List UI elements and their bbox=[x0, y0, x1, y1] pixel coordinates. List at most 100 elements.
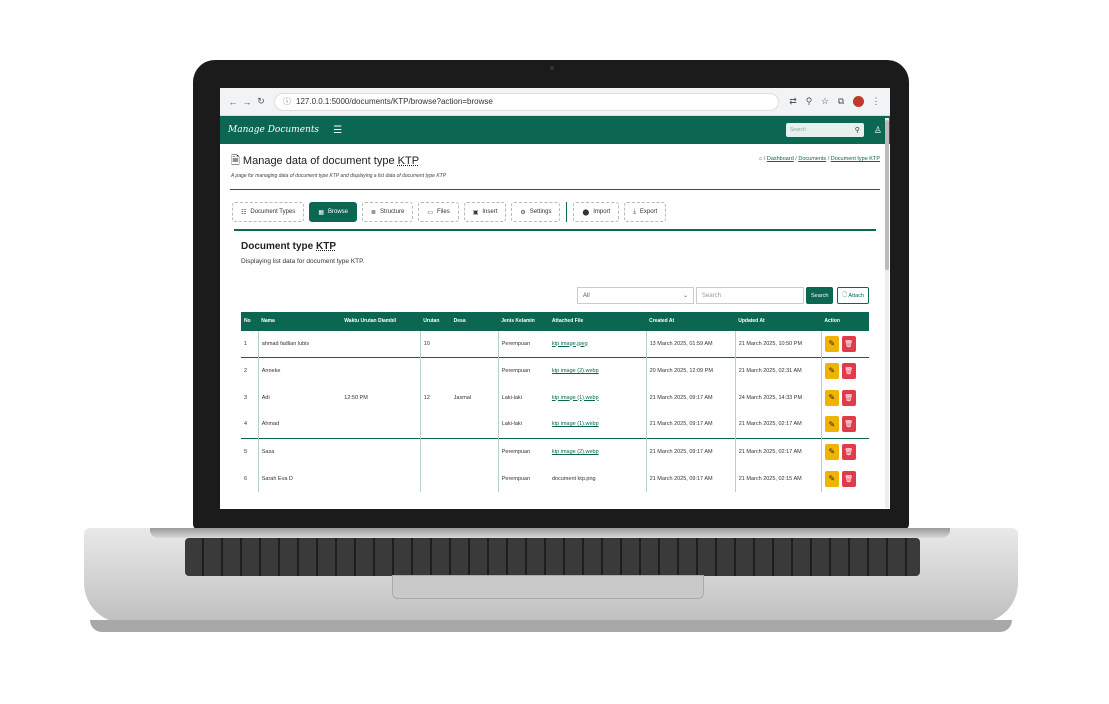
import-icon: ⬤ bbox=[582, 209, 590, 216]
cell-file[interactable]: document ktp.png bbox=[549, 465, 646, 492]
cell-jenis-kelamin: Laki-laki bbox=[497, 384, 549, 411]
file-link[interactable]: ktp image (1).webp bbox=[552, 421, 599, 427]
insert-icon: ▣ bbox=[472, 209, 479, 216]
cell-waktu bbox=[341, 465, 420, 492]
col-waktu[interactable]: Waktu Urutan Diambil bbox=[341, 312, 421, 330]
database-icon: ≣ bbox=[371, 209, 377, 216]
table-row: 5 Sasa Perempuan ktp image (2).webp 21 M… bbox=[241, 437, 869, 465]
card-subtitle: Displaying list data for document type K… bbox=[241, 258, 365, 265]
cell-no: 6 bbox=[244, 475, 248, 482]
home-icon[interactable]: ⌂ bbox=[759, 156, 762, 162]
delete-button[interactable]: 🗑 bbox=[841, 335, 856, 352]
table-row: 1 ahmad fadlian lubis 10 Perempuan ktp i… bbox=[241, 329, 869, 357]
arrow-left-icon[interactable]: ← bbox=[226, 97, 240, 107]
zoom-icon[interactable]: ⚲ bbox=[801, 96, 817, 107]
col-desa[interactable]: Desa bbox=[450, 312, 499, 330]
cell-action: ✎ 🗑 bbox=[820, 329, 869, 357]
translate-icon[interactable]: ⇄ bbox=[785, 96, 801, 107]
delete-button[interactable]: 🗑 bbox=[841, 416, 856, 433]
cell-action: ✎ 🗑 bbox=[820, 465, 869, 492]
cell-nama: Anneke bbox=[257, 356, 342, 384]
table-row: 2 Anneke Perempuan ktp image (2).webp 20… bbox=[241, 356, 869, 384]
brand-logo[interactable]: Manage Documents bbox=[228, 125, 319, 135]
table-search-input[interactable]: Search bbox=[696, 287, 804, 304]
cell-nama: Sarah Eva D bbox=[257, 465, 342, 492]
breadcrumb-dashboard[interactable]: Dashboard bbox=[767, 156, 794, 162]
delete-button[interactable]: 🗑 bbox=[841, 470, 856, 487]
browse-button[interactable]: ▦ Browse bbox=[309, 202, 357, 222]
edit-button[interactable]: ✎ bbox=[824, 416, 839, 433]
breadcrumb-current[interactable]: Document type KTP bbox=[831, 156, 880, 162]
cell-created: 21 March 2025, 09:17 AM bbox=[645, 437, 736, 465]
data-card: Document type KTP Displaying list data f… bbox=[234, 229, 876, 492]
cell-created: 21 March 2025, 09:17 AM bbox=[645, 384, 736, 411]
col-urutan[interactable]: Urutan bbox=[420, 312, 451, 330]
structure-button[interactable]: ≣ Structure bbox=[362, 202, 414, 222]
col-action: Action bbox=[821, 312, 869, 330]
cell-desa bbox=[451, 465, 499, 492]
col-created-at[interactable]: Created At bbox=[646, 312, 736, 330]
scrollbar-thumb[interactable] bbox=[885, 120, 889, 270]
cell-waktu: 12:50 PM bbox=[344, 394, 368, 401]
col-no[interactable]: No bbox=[241, 312, 259, 330]
star-icon[interactable]: ☆ bbox=[817, 96, 833, 107]
search-button[interactable]: Search bbox=[806, 287, 834, 304]
edit-button[interactable]: ✎ bbox=[824, 335, 839, 352]
edit-button[interactable]: ✎ bbox=[824, 389, 839, 406]
table-row: 4 Ahmad Laki-laki ktp image (1).webp 21 … bbox=[241, 411, 869, 438]
laptop-keyboard bbox=[185, 538, 920, 576]
col-updated-at[interactable]: Updated At bbox=[735, 312, 822, 330]
cell-jenis-kelamin: Perempuan bbox=[497, 356, 549, 384]
header-search-input[interactable]: Search bbox=[790, 127, 806, 133]
import-button[interactable]: ⬤ Import bbox=[573, 202, 620, 222]
edit-button[interactable]: ✎ bbox=[824, 362, 839, 379]
extensions-icon[interactable]: ⧉ bbox=[833, 96, 849, 107]
attach-button[interactable]: 🗋 Attach bbox=[837, 287, 869, 304]
reload-icon[interactable]: ↻ bbox=[254, 96, 268, 107]
header-search[interactable]: Search ⚲ bbox=[785, 123, 864, 137]
cell-action: ✎ 🗑 bbox=[820, 411, 869, 438]
export-button[interactable]: ⤓ Export bbox=[624, 202, 667, 222]
hamburger-icon[interactable]: ☰ bbox=[333, 125, 342, 136]
cell-action: ✎ 🗑 bbox=[820, 356, 869, 384]
cell-no: 4 bbox=[244, 421, 248, 428]
webcam bbox=[550, 66, 554, 70]
profile-avatar[interactable] bbox=[853, 96, 864, 107]
file-link[interactable]: ktp image (1).webp bbox=[552, 395, 599, 401]
cell-file: ktp image (1).webp bbox=[549, 384, 646, 411]
delete-button[interactable]: 🗑 bbox=[841, 389, 856, 406]
col-attached-file[interactable]: Attached File bbox=[548, 312, 647, 330]
info-icon[interactable]: ⓘ bbox=[283, 96, 291, 107]
insert-button[interactable]: ▣ Insert bbox=[463, 202, 507, 222]
cell-created: 21 March 2025, 09:17 AM bbox=[645, 465, 736, 492]
files-button[interactable]: ▭ Files bbox=[418, 202, 459, 222]
arrow-right-icon[interactable]: → bbox=[240, 97, 254, 107]
laptop-trackpad bbox=[392, 575, 704, 599]
file-link[interactable]: ktp image.jpeg bbox=[552, 341, 588, 347]
laptop-hinge bbox=[150, 528, 950, 538]
delete-button[interactable]: 🗑 bbox=[841, 443, 856, 460]
filter-select[interactable]: All ⌄ bbox=[577, 287, 694, 304]
menu-icon[interactable]: ⋮ bbox=[868, 96, 884, 107]
paperclip-icon: 🗋 bbox=[842, 292, 847, 298]
cell-created: 20 March 2025, 12:09 PM bbox=[645, 356, 736, 384]
col-nama[interactable]: Nama bbox=[258, 312, 342, 330]
cell-urutan bbox=[419, 356, 451, 384]
edit-button[interactable]: ✎ bbox=[824, 470, 839, 487]
col-jenis-kelamin[interactable]: Jenis Kelamin bbox=[498, 312, 549, 330]
user-icon[interactable]: ♙ bbox=[874, 125, 882, 136]
settings-button[interactable]: ⚙ Settings bbox=[511, 202, 561, 222]
file-link[interactable]: ktp image (2).webp bbox=[552, 449, 599, 455]
edit-button[interactable]: ✎ bbox=[824, 443, 839, 460]
cell-file: ktp image (1).webp bbox=[549, 411, 646, 438]
address-bar[interactable]: ⓘ 127.0.0.1:5000/documents/KTP/browse?ac… bbox=[274, 92, 779, 111]
cell-nama: Sasa bbox=[257, 437, 342, 465]
document-types-button[interactable]: ☷ Document Types bbox=[232, 202, 305, 222]
filter-row: All ⌄ Search Search 🗋 Attach bbox=[241, 287, 869, 304]
breadcrumb-documents[interactable]: Documents bbox=[798, 156, 826, 162]
cell-urutan bbox=[419, 411, 451, 438]
delete-button[interactable]: 🗑 bbox=[841, 362, 856, 379]
file-link[interactable]: ktp image (2).webp bbox=[552, 368, 599, 374]
search-icon[interactable]: ⚲ bbox=[855, 126, 860, 134]
cell-nama: Adi bbox=[257, 384, 342, 411]
